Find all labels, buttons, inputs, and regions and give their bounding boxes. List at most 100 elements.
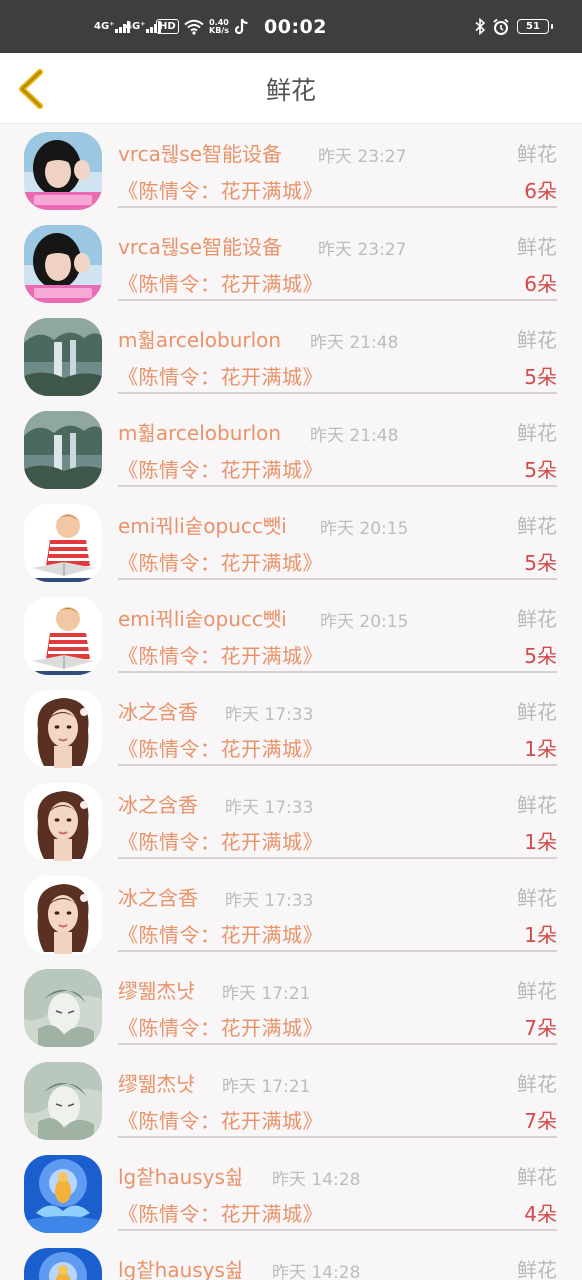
flower-count: 7朵 [524,1016,557,1040]
sender-name[interactable]: 冰之含香 [118,882,198,911]
flower-count: 1朵 [524,737,557,761]
list-item-body: 冰之含香 昨天 17:33 鲜花 《陈情令：花开满城》 1朵 [118,868,557,952]
nav-bar: 鲜花 [0,53,582,124]
buddha-lotus-avatar[interactable] [24,1248,102,1280]
list-item[interactable]: emi꿔li숱opucc뺏i 昨天 20:15 鲜花 《陈情令：花开满城》 5朵 [0,589,582,682]
list-item-body: 冰之含香 昨天 17:33 鲜花 《陈情令：花开满城》 1朵 [118,775,557,859]
gift-type-label: 鲜花 [517,700,557,724]
tiktok-icon [235,0,249,53]
send-time: 昨天 14:28 [272,1263,361,1280]
send-time: 昨天 23:27 [318,240,407,260]
flower-gift-list[interactable]: vrca뒎se智能设备 昨天 23:27 鲜花 《陈情令：花开满城》 6朵 vrca뒎s… [0,124,582,1280]
woman-portrait-avatar[interactable] [24,876,102,954]
list-item[interactable]: lg챁hausys쉺 昨天 14:28 鲜花 《陈情令：花开满城》 4朵 [0,1147,582,1240]
woman-portrait-avatar[interactable] [24,783,102,861]
gift-title: 《陈情令：花开满城》 [118,644,323,668]
gift-title: 《陈情令：花开满城》 [118,365,323,389]
list-item[interactable]: vrca뒎se智能设备 昨天 23:27 鲜花《陈情令：花开满城》 6朵 [0,217,582,310]
gift-type-label: 鲜花 [517,1072,557,1096]
list-item-body: lg챁hausys쉺 昨天 14:28 鲜花 《陈情令：花开满城》 4朵 [118,1147,557,1231]
gift-title: 《陈情令：花开满城》 [118,1109,323,1133]
flower-count: 1朵 [524,923,557,947]
battery-icon: 51 [517,0,553,53]
gift-title: 《陈情令：花开满城》 [118,737,323,761]
woman-portrait-avatar[interactable] [24,690,102,768]
net-speed-unit: KB/s [209,25,229,35]
list-item-body: m훪arceloburlon 昨天 21:48 鲜花 《陈情令：花开满城》 5朵 [118,403,557,487]
gift-type-label: 鲜花 [517,886,557,910]
list-item[interactable]: m훪arceloburlon 昨天 21:48 鲜花 《陈情令：花开满城》 5朵 [0,310,582,403]
gift-type-label: 鲜花 [517,421,557,445]
net-speed: 0.40 KB/s [209,0,229,53]
gift-title: 《陈情令：花开满城》 [118,1016,323,1040]
gift-type-label: 鲜花 [517,793,557,817]
hd-label: HD [156,19,179,34]
list-item[interactable]: 冰之含香 昨天 17:33 鲜花 《陈情令：花开满城》 1朵 [0,682,582,775]
gift-type-label: 鲜花 [517,142,557,166]
girl-photo-avatar[interactable] [24,225,102,303]
send-time: 昨天 21:48 [310,333,399,353]
gift-title: 《陈情令：花开满城》 [118,272,323,296]
send-time: 昨天 21:48 [310,426,399,446]
anime-drawing-avatar[interactable] [24,969,102,1047]
list-item-body: 缪뛞杰냣 昨天 17:21 鲜花《陈情令：花开满城》 7朵 [118,1054,557,1138]
send-time: 昨天 17:33 [225,891,314,911]
clock-time: 00:02 [264,15,327,38]
flower-count: 1朵 [524,830,557,854]
gift-title: 《陈情令：花开满城》 [118,179,323,203]
battery-level: 51 [526,21,540,32]
list-item[interactable]: 缪뛞杰냣 昨天 17:21 鲜花《陈情令：花开满城》 7朵 [0,1054,582,1147]
list-item[interactable]: 冰之含香 昨天 17:33 鲜花 《陈情令：花开满城》 1朵 [0,775,582,868]
sender-name[interactable]: m훪arceloburlon [118,324,281,353]
flower-count: 6朵 [524,272,557,296]
send-time: 昨天 20:15 [320,612,409,632]
gift-type-label: 鲜花 [517,1165,557,1189]
gift-type-label: 鲜花 [517,328,557,352]
sender-name[interactable]: 冰之含香 [118,789,198,818]
list-item-body: lg챁hausys쉺 昨天 14:28 鲜花 [118,1240,557,1280]
gift-type-label: 鲜花 [517,607,557,631]
status-bar: 4G⁺ 4G⁺ HD 0.40 KB/s 00:02 51 [0,0,582,53]
forest-waterfall-avatar[interactable] [24,318,102,396]
gift-type-label: 鲜花 [517,235,557,259]
wifi-icon [184,0,204,53]
page-title: 鲜花 [265,75,316,105]
flower-count: 7朵 [524,1109,557,1133]
list-item[interactable]: m훪arceloburlon 昨天 21:48 鲜花 《陈情令：花开满城》 5朵 [0,403,582,496]
list-item[interactable]: vrca뒎se智能设备 昨天 23:27 鲜花 《陈情令：花开满城》 6朵 [0,124,582,217]
sender-name[interactable]: emi꿔li숱opucc뺏i [118,603,287,632]
clock: 00:02 [264,0,327,53]
list-item[interactable]: 冰之含香 昨天 17:33 鲜花 《陈情令：花开满城》 1朵 [0,868,582,961]
sender-name[interactable]: 缪뛞杰냣 [118,975,195,1004]
send-time: 昨天 17:21 [222,1077,311,1097]
list-item[interactable]: 缪뛞杰냣 昨天 17:21 鲜花 《陈情令：花开满城》 7朵 [0,961,582,1054]
flower-count: 4朵 [524,1202,557,1226]
sender-name[interactable]: lg챁hausys쉺 [118,1161,243,1190]
sender-name[interactable]: 缪뛞杰냣 [118,1068,195,1097]
girl-photo-avatar[interactable] [24,132,102,210]
send-time: 昨天 20:15 [320,519,409,539]
send-time: 昨天 14:28 [272,1170,361,1190]
list-item-body: emi꿔li숱opucc뺏i 昨天 20:15 鲜花 《陈情令：花开满城》 5朵 [118,496,557,580]
sender-name[interactable]: emi꿔li숱opucc뺏i [118,510,287,539]
list-item[interactable]: emi꿔li숱opucc뺏i 昨天 20:15 鲜花 《陈情令：花开满城》 5朵 [0,496,582,589]
hd-icon: HD [156,0,179,53]
sender-name[interactable]: vrca뒎se智能设备 [118,138,282,167]
list-item-body: m훪arceloburlon 昨天 21:48 鲜花 《陈情令：花开满城》 5朵 [118,310,557,394]
signal-label-2: 4G⁺ [125,20,146,32]
flower-count: 5朵 [524,551,557,575]
forest-waterfall-avatar[interactable] [24,411,102,489]
sender-name[interactable]: 冰之含香 [118,696,198,725]
boy-reading-avatar[interactable] [24,597,102,675]
sender-name[interactable]: vrca뒎se智能设备 [118,231,282,260]
list-item-body: 缪뛞杰냣 昨天 17:21 鲜花 《陈情令：花开满城》 7朵 [118,961,557,1045]
send-time: 昨天 23:27 [318,147,407,167]
buddha-lotus-avatar[interactable] [24,1155,102,1233]
list-item-body: emi꿔li숱opucc뺏i 昨天 20:15 鲜花 《陈情令：花开满城》 5朵 [118,589,557,673]
signal-label-1: 4G⁺ [94,20,115,32]
list-item[interactable]: lg챁hausys쉺 昨天 14:28 鲜花 [0,1240,582,1280]
sender-name[interactable]: m훪arceloburlon [118,417,281,446]
boy-reading-avatar[interactable] [24,504,102,582]
anime-drawing-avatar[interactable] [24,1062,102,1140]
sender-name[interactable]: lg챁hausys쉺 [118,1254,243,1280]
